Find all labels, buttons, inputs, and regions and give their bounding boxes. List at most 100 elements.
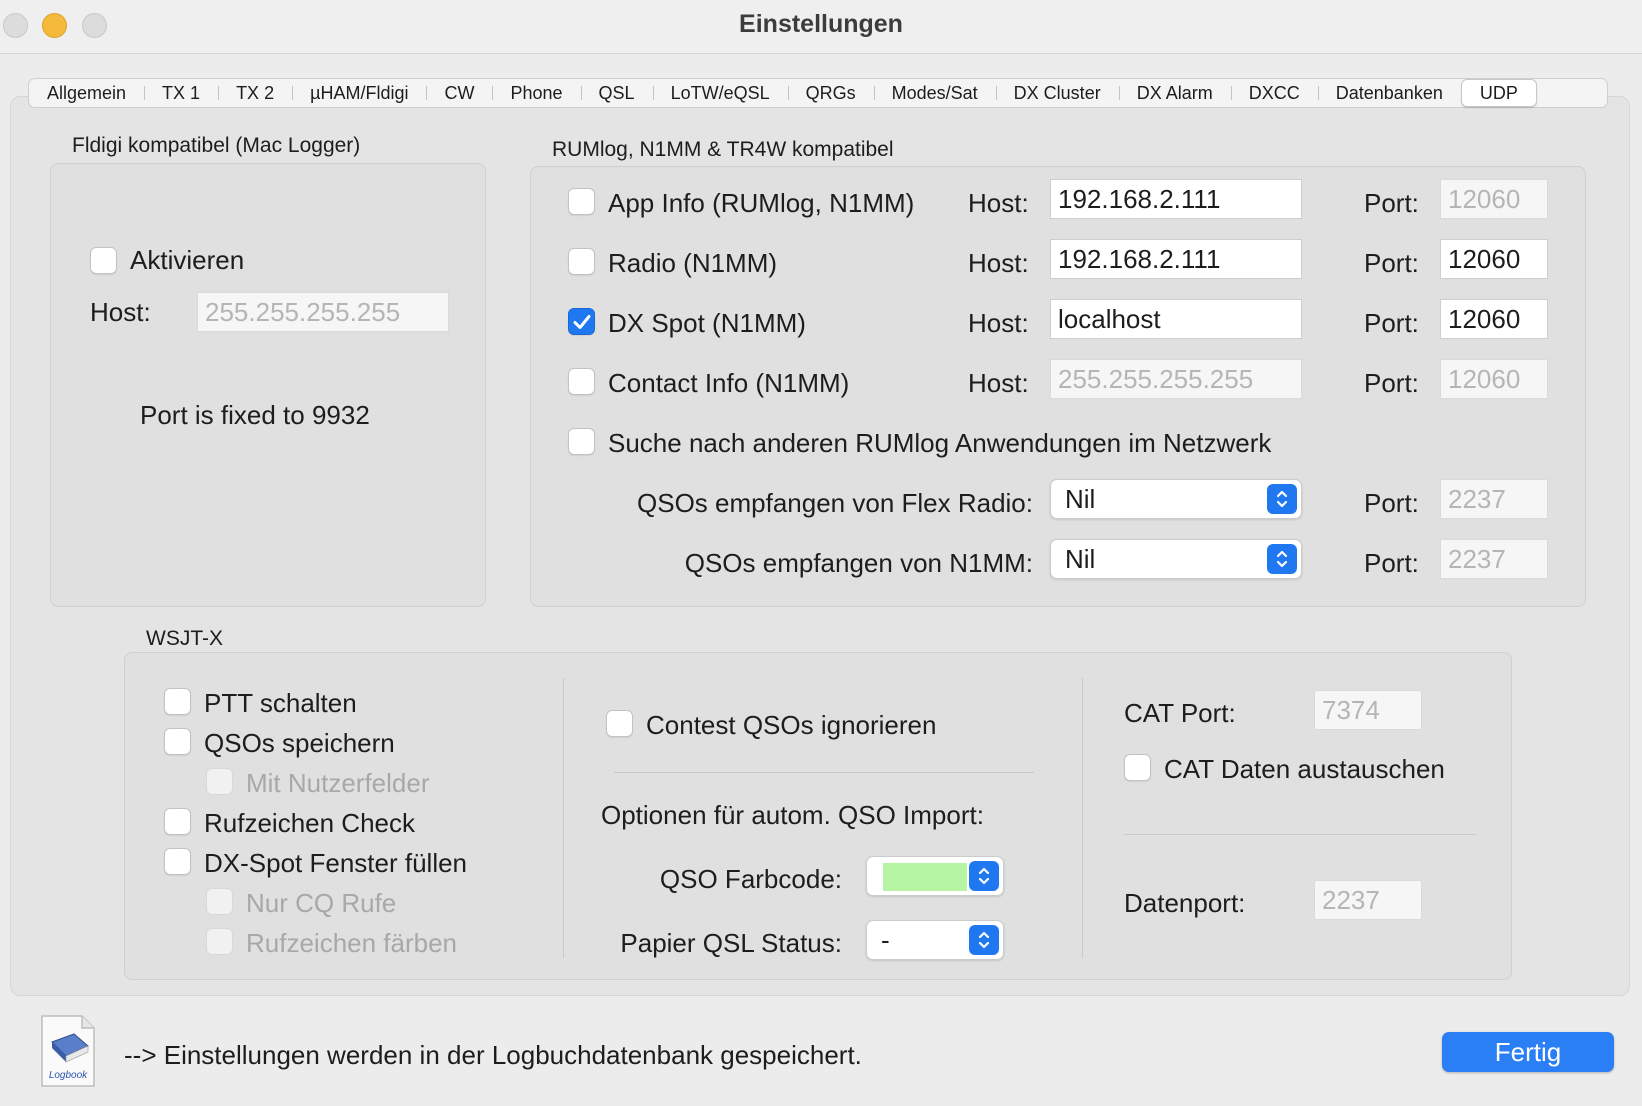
user-fields-checkbox[interactable] xyxy=(206,768,233,795)
wsjtx-divider-right xyxy=(1082,678,1083,958)
fldigi-activate-label: Aktivieren xyxy=(130,245,245,275)
dx-spot-port-label: Port: xyxy=(1364,308,1419,338)
title-bar: Einstellungen xyxy=(0,0,1642,54)
n1mm-label: QSOs empfangen von N1MM: xyxy=(684,548,1033,578)
dx-spot-fill-checkbox[interactable] xyxy=(164,848,191,875)
dx-spot-host-field[interactable]: localhost xyxy=(1050,299,1302,339)
color-calls-label: Rufzeichen färben xyxy=(246,928,458,958)
color-code-label: QSO Farbcode: xyxy=(659,864,842,894)
paper-qsl-popup[interactable]: - xyxy=(866,920,1004,960)
paper-qsl-value: - xyxy=(881,925,890,955)
app-info-port-field[interactable]: 12060 xyxy=(1440,179,1548,219)
footer-note: --> Einstellungen werden in der Logbuchd… xyxy=(124,1040,862,1070)
radio-port-field[interactable]: 12060 xyxy=(1440,239,1548,279)
save-qsos-checkbox[interactable] xyxy=(164,728,191,755)
checkmark-icon xyxy=(573,314,590,329)
chevron-up-down-icon xyxy=(969,925,999,955)
tab-modes-sat[interactable]: Modes/Sat xyxy=(873,79,996,107)
fldigi-group xyxy=(50,163,486,607)
wsjtx-divider-middle xyxy=(614,772,1034,773)
rumlog-group-title: RUMlog, N1MM & TR4W kompatibel xyxy=(552,138,894,161)
cq-only-checkbox[interactable] xyxy=(206,888,233,915)
cat-exchange-checkbox[interactable] xyxy=(1124,754,1151,781)
callsign-check-checkbox[interactable] xyxy=(164,808,191,835)
flex-radio-value: Nil xyxy=(1065,484,1096,514)
app-info-port-label: Port: xyxy=(1364,188,1419,218)
window-title: Einstellungen xyxy=(739,10,903,38)
contact-info-port-field[interactable]: 12060 xyxy=(1440,359,1548,399)
dx-spot-fill-label: DX-Spot Fenster füllen xyxy=(204,848,468,878)
tab-dx-cluster[interactable]: DX Cluster xyxy=(995,79,1119,107)
radio-port-label: Port: xyxy=(1364,248,1419,278)
tab-tx-2[interactable]: TX 2 xyxy=(218,79,292,107)
app-info-checkbox[interactable] xyxy=(568,188,595,215)
cat-port-label: CAT Port: xyxy=(1124,698,1236,728)
tab-qsl[interactable]: QSL xyxy=(580,79,653,107)
app-info-label: App Info (RUMlog, N1MM) xyxy=(608,188,915,218)
ptt-checkbox[interactable] xyxy=(164,688,191,715)
import-options-label: Optionen für autom. QSO Import: xyxy=(601,800,984,830)
data-port-field[interactable]: 2237 xyxy=(1314,880,1422,920)
radio-checkbox[interactable] xyxy=(568,248,595,275)
chevron-up-down-icon xyxy=(1267,484,1297,514)
logbook-icon: Logbook xyxy=(38,1014,98,1088)
dx-spot-host-label: Host: xyxy=(968,308,1029,338)
tab-dx-alarm[interactable]: DX Alarm xyxy=(1118,79,1231,107)
flex-port-field[interactable]: 2237 xyxy=(1440,479,1548,519)
tab-cw[interactable]: CW xyxy=(426,79,492,107)
search-rumlog-checkbox[interactable] xyxy=(568,428,595,455)
paper-qsl-label: Papier QSL Status: xyxy=(620,928,842,958)
tab-dxcc[interactable]: DXCC xyxy=(1230,79,1318,107)
logbook-icon-text: Logbook xyxy=(48,1070,88,1081)
done-button[interactable]: Fertig xyxy=(1442,1032,1614,1072)
flex-radio-popup[interactable]: Nil xyxy=(1050,479,1302,519)
tab-phone[interactable]: Phone xyxy=(492,79,580,107)
cq-only-label: Nur CQ Rufe xyxy=(246,888,397,918)
tab-lotw-eqsl[interactable]: LoTW/eQSL xyxy=(652,79,788,107)
radio-host-label: Host: xyxy=(968,248,1029,278)
fldigi-activate-checkbox[interactable] xyxy=(90,247,117,274)
ignore-contest-label: Contest QSOs ignorieren xyxy=(646,710,937,740)
data-port-label: Datenport: xyxy=(1124,888,1246,918)
wsjtx-divider-left xyxy=(563,678,564,958)
contact-info-checkbox[interactable] xyxy=(568,368,595,395)
tab--ham-fldigi[interactable]: µHAM/Fldigi xyxy=(292,79,426,107)
wsjtx-group-title: WSJT-X xyxy=(146,627,223,650)
contact-info-label: Contact Info (N1MM) xyxy=(608,368,850,398)
n1mm-value: Nil xyxy=(1065,544,1096,574)
app-info-host-field[interactable]: 192.168.2.111 xyxy=(1050,179,1302,219)
ptt-label: PTT schalten xyxy=(204,688,357,718)
flex-port-label: Port: xyxy=(1364,488,1419,518)
radio-label: Radio (N1MM) xyxy=(608,248,778,278)
ignore-contest-checkbox[interactable] xyxy=(606,710,633,737)
contact-info-host-field[interactable]: 255.255.255.255 xyxy=(1050,359,1302,399)
tab-qrgs[interactable]: QRGs xyxy=(787,79,874,107)
tab-datenbanken[interactable]: Datenbanken xyxy=(1317,79,1461,107)
callsign-check-label: Rufzeichen Check xyxy=(204,808,415,838)
cat-port-field[interactable]: 7374 xyxy=(1314,690,1422,730)
dx-spot-checkbox[interactable] xyxy=(568,308,595,335)
radio-host-field[interactable]: 192.168.2.111 xyxy=(1050,239,1302,279)
cat-exchange-label: CAT Daten austauschen xyxy=(1164,754,1445,784)
wsjtx-divider-right-h xyxy=(1124,834,1476,835)
color-swatch xyxy=(883,863,967,891)
tab-bar: Allgemein TX 1 TX 2 µHAM/Fldigi CW Phone QSL Lo… xyxy=(28,78,1608,108)
tab-allgemein[interactable]: Allgemein xyxy=(29,79,144,107)
save-qsos-label: QSOs speichern xyxy=(204,728,395,758)
app-info-host-label: Host: xyxy=(968,188,1029,218)
n1mm-popup[interactable]: Nil xyxy=(1050,539,1302,579)
n1mm-port-field[interactable]: 2237 xyxy=(1440,539,1548,579)
contact-info-port-label: Port: xyxy=(1364,368,1419,398)
color-code-popup[interactable] xyxy=(866,856,1004,896)
fldigi-host-field[interactable]: 255.255.255.255 xyxy=(197,292,449,332)
fldigi-host-label: Host: xyxy=(90,297,151,327)
flex-radio-label: QSOs empfangen von Flex Radio: xyxy=(637,488,1033,518)
dx-spot-label: DX Spot (N1MM) xyxy=(608,308,806,338)
fldigi-group-title: Fldigi kompatibel (Mac Logger) xyxy=(72,134,361,157)
chevron-up-down-icon xyxy=(969,861,999,891)
color-calls-checkbox[interactable] xyxy=(206,928,233,955)
dx-spot-port-field[interactable]: 12060 xyxy=(1440,299,1548,339)
tab-udp[interactable]: UDP xyxy=(1460,79,1537,107)
tab-tx-1[interactable]: TX 1 xyxy=(144,79,218,107)
search-rumlog-label: Suche nach anderen RUMlog Anwendungen im… xyxy=(608,428,1272,458)
